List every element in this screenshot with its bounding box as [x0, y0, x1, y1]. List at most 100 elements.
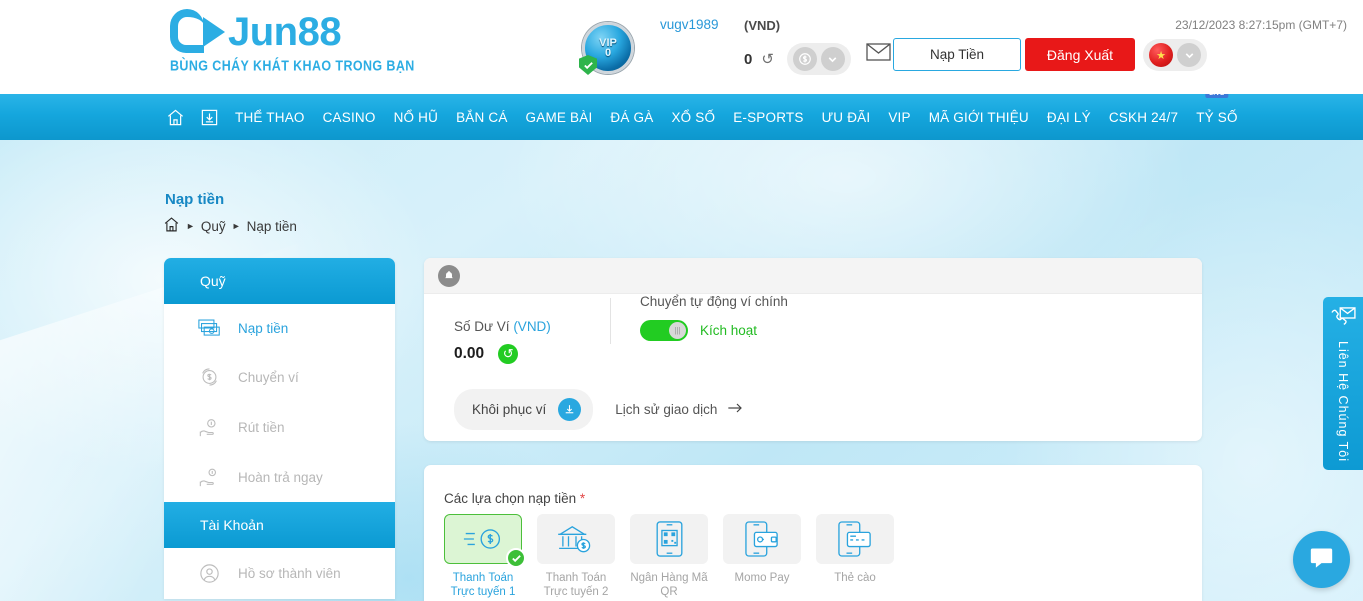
breadcrumb-nap-tien[interactable]: Nạp tiền	[247, 219, 297, 234]
nav-item-dai-ly[interactable]: ĐẠI LÝ	[1038, 110, 1100, 125]
sidebar-item-rut-tien[interactable]: Rút tiền	[164, 402, 395, 452]
nav-item-uu-dai[interactable]: ƯU ĐÃI	[813, 110, 880, 125]
method-icon-box	[630, 514, 708, 564]
deposit-methods-title: Các lựa chọn nạp tiền *	[424, 465, 1202, 506]
restore-wallet-icon	[558, 398, 582, 421]
deposit-method-momo-pay[interactable]: Momo Pay	[723, 514, 801, 599]
chevron-down-icon[interactable]	[1177, 43, 1201, 67]
method-icon-box	[816, 514, 894, 564]
chat-bubble-icon	[1308, 544, 1335, 576]
user-circle-icon	[196, 562, 222, 585]
nav-item-da-ga[interactable]: ĐÁ GÀ	[601, 110, 662, 125]
deposit-methods-row: Thanh Toán Trực tuyến 1 Thanh Toán Trực …	[424, 506, 1202, 599]
wallet-balance-value: 0.00	[454, 345, 485, 362]
language-selector[interactable]: ★	[1143, 39, 1207, 71]
dollar-coin-icon[interactable]	[792, 47, 817, 71]
mail-icon[interactable]	[866, 43, 891, 61]
auto-transfer-toggle[interactable]: |||	[640, 320, 688, 341]
vietnam-flag-icon[interactable]: ★	[1149, 43, 1173, 67]
sidebar: Quỹ Nạp tiền Chuyển ví Rút tiền Hoàn trả…	[164, 258, 395, 599]
nav-item-vip[interactable]: VIP	[879, 110, 919, 125]
method-icon-box	[444, 514, 526, 568]
method-label: Thanh Toán Trực tuyến 2	[543, 572, 609, 598]
transfer-circle-icon	[196, 366, 222, 388]
nav-item-ty-so-label: TỶ SỐ	[1196, 109, 1238, 125]
refresh-circle-icon[interactable]: ↺	[498, 344, 519, 364]
vip-badge[interactable]: VIP 0	[579, 22, 634, 75]
money-bills-icon	[196, 318, 222, 338]
vertical-divider	[610, 298, 611, 344]
method-label: Thanh Toán Trực tuyến 1	[450, 572, 516, 598]
nav-item-e-sports[interactable]: E-SPORTS	[724, 110, 812, 125]
page-body: Nạp tiền ► Quỹ ► Nạp tiền Quỹ Nạp tiền C…	[0, 140, 1363, 601]
deposit-button[interactable]: Nạp Tiền	[893, 38, 1021, 71]
phone-envelope-icon	[1330, 307, 1356, 334]
hand-coin-icon	[196, 466, 222, 488]
sidebar-item-label: Hoàn trả ngay	[238, 469, 323, 485]
nav-item-cskh[interactable]: CSKH 24/7	[1100, 110, 1187, 125]
nav-item-ban-ca[interactable]: BẮN CÁ	[447, 110, 516, 125]
hand-money-bag-icon	[196, 416, 222, 438]
auto-transfer-row: ||| Kích hoạt	[640, 320, 788, 341]
method-icon-box	[723, 514, 801, 564]
nav-item-no-hu[interactable]: NỔ HŨ	[385, 110, 448, 125]
chat-fab-button[interactable]	[1293, 531, 1350, 588]
selected-check-icon	[506, 548, 526, 568]
nav-item-xo-so[interactable]: XỔ SỐ	[662, 110, 724, 125]
sidebar-item-hoan-tra-ngay[interactable]: Hoàn trả ngay	[164, 452, 395, 502]
arrow-right-icon	[727, 402, 743, 417]
method-label: Thẻ cào	[834, 572, 876, 584]
download-icon[interactable]	[192, 108, 226, 127]
method-label: Ngân Hàng Mã QR	[630, 572, 708, 598]
sidebar-group-header-quy: Quỹ	[164, 258, 395, 304]
breadcrumb: ► Quỹ ► Nạp tiền	[163, 216, 297, 236]
sidebar-item-chuyen-vi[interactable]: Chuyển ví	[164, 352, 395, 402]
sidebar-item-ho-so-thanh-vien[interactable]: Hồ sơ thành viên	[164, 548, 395, 599]
nav-item-casino[interactable]: CASINO	[314, 110, 385, 125]
wallet-card: Số Dư Ví (VND) 0.00 ↺ Chuyển tự động ví …	[424, 258, 1202, 441]
bell-icon[interactable]	[438, 264, 460, 287]
wallet-card-header	[424, 258, 1202, 294]
nav-item-ty-so[interactable]: LIVE TỶ SỐ	[1187, 89, 1247, 125]
wallet-balance-label: Số Dư Ví (VND)	[454, 319, 1202, 334]
method-label: Momo Pay	[734, 572, 790, 584]
auto-transfer-block: Chuyển tự động ví chính ||| Kích hoạt	[640, 294, 788, 341]
wallet-toggle-pill[interactable]	[786, 43, 851, 75]
deposit-method-the-cao[interactable]: Thẻ cào	[816, 514, 894, 599]
brand-logo[interactable]: Jun88 BÙNG CHÁY KHÁT KHAO TRONG BẠN	[170, 8, 414, 80]
contact-us-label: Liên Hệ Chúng Tôi	[1336, 341, 1350, 463]
username-label[interactable]: vugv1989	[660, 17, 719, 32]
nav-item-game-bai[interactable]: GAME BÀI	[517, 110, 602, 125]
deposit-methods-card: Các lựa chọn nạp tiền * Thanh Toán Trực …	[424, 465, 1202, 601]
transaction-history-label: Lịch sử giao dịch	[615, 402, 718, 417]
nav-item-the-thao[interactable]: THỂ THAO	[226, 110, 314, 125]
sidebar-item-label: Hồ sơ thành viên	[238, 566, 341, 581]
sidebar-item-label: Rút tiền	[238, 419, 285, 435]
brand-name: Jun88	[228, 10, 342, 54]
contact-us-tab[interactable]: Liên Hệ Chúng Tôi	[1323, 297, 1363, 470]
logout-button[interactable]: Đăng Xuất	[1025, 38, 1135, 71]
verified-shield-icon	[579, 55, 597, 75]
deposit-method-thanh-toan-truc-tuyen-2[interactable]: Thanh Toán Trực tuyến 2	[537, 514, 615, 599]
nav-item-ma-gioi-thieu[interactable]: MÃ GIỚI THIỆU	[920, 110, 1038, 125]
required-mark: *	[579, 491, 586, 506]
auto-transfer-state: Kích hoạt	[700, 323, 758, 338]
chevron-down-icon[interactable]	[820, 47, 845, 71]
page-title: Nạp tiền	[165, 191, 225, 208]
breadcrumb-quy[interactable]: Quỹ	[201, 219, 226, 234]
sidebar-item-label: Nạp tiền	[238, 320, 289, 336]
vip-level: 0	[604, 46, 612, 59]
deposit-methods-title-text: Các lựa chọn nạp tiền	[444, 491, 577, 506]
home-icon[interactable]	[158, 108, 192, 127]
wallet-balance-label-text: Số Dư Ví	[454, 319, 514, 334]
refresh-icon[interactable]: ↺	[761, 50, 774, 68]
deposit-method-ngan-hang-ma-qr[interactable]: Ngân Hàng Mã QR	[630, 514, 708, 599]
home-icon[interactable]	[163, 216, 180, 236]
sidebar-item-nap-tien[interactable]: Nạp tiền	[164, 304, 395, 352]
jun88-mark-icon	[170, 9, 228, 55]
restore-wallet-button[interactable]: Khôi phục ví	[454, 389, 594, 430]
deposit-method-thanh-toan-truc-tuyen-1[interactable]: Thanh Toán Trực tuyến 1	[444, 514, 526, 599]
restore-wallet-label: Khôi phục ví	[472, 402, 547, 417]
transaction-history-link[interactable]: Lịch sử giao dịch	[615, 402, 743, 417]
breadcrumb-separator: ►	[186, 221, 195, 231]
